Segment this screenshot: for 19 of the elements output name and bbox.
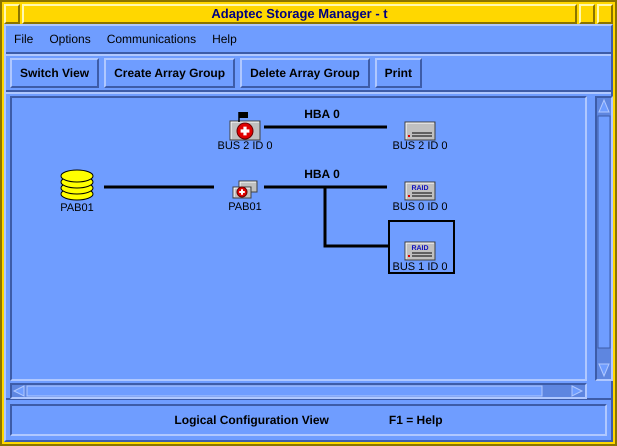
- bus-label: HBA 0: [304, 107, 340, 121]
- node-label[interactable]: BUS 2 ID 0: [392, 140, 448, 152]
- node-label[interactable]: BUS 0 ID 0: [392, 201, 448, 213]
- menu-item[interactable]: Options: [49, 30, 91, 48]
- menu-item[interactable]: Help: [212, 30, 237, 48]
- node-label[interactable]: PAB01: [228, 201, 262, 213]
- toolbar-button[interactable]: Print: [374, 58, 422, 88]
- menu-item[interactable]: File: [14, 30, 34, 48]
- node-label[interactable]: BUS 1 ID 0: [392, 261, 448, 273]
- menu-item[interactable]: Communications: [106, 30, 196, 48]
- window-title: Adaptec Storage Manager - t: [22, 4, 577, 24]
- bus-label: HBA 0: [304, 167, 340, 181]
- status-text: Logical Configuration View: [174, 412, 329, 429]
- status-text: F1 = Help: [388, 412, 443, 429]
- node-label[interactable]: PAB01: [60, 202, 94, 214]
- toolbar-button[interactable]: Delete Array Group: [240, 58, 370, 88]
- node-label[interactable]: BUS 2 ID 0: [217, 140, 273, 152]
- toolbar-button[interactable]: Switch View: [10, 58, 100, 88]
- toolbar-button[interactable]: Create Array Group: [104, 58, 236, 88]
